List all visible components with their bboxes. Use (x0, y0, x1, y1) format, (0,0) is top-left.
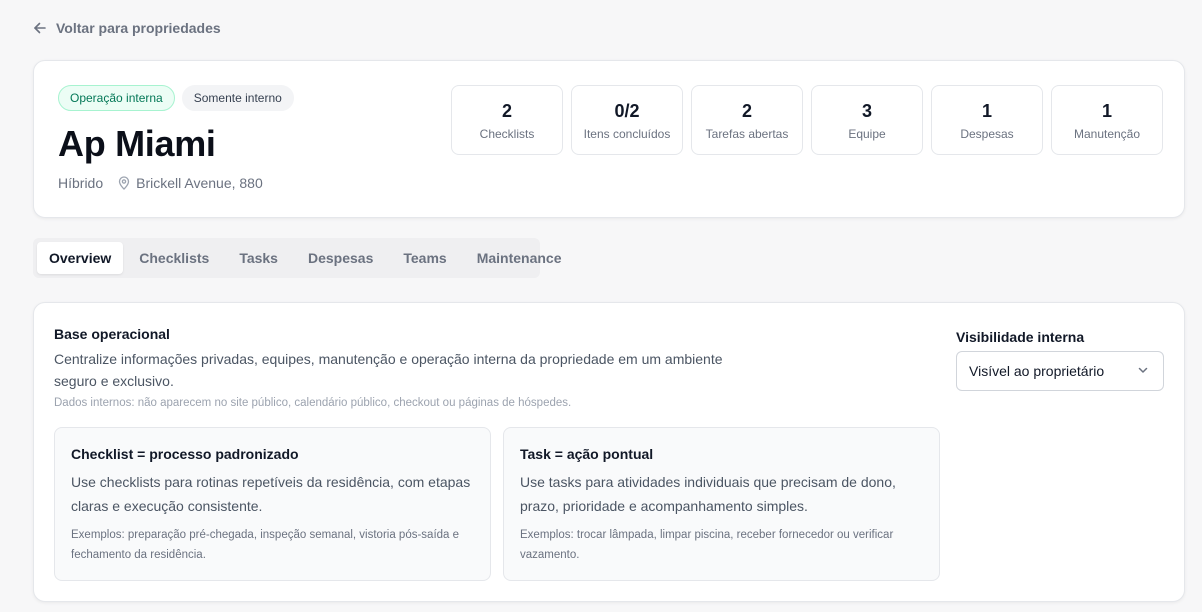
property-address: Brickell Avenue, 880 (136, 175, 263, 191)
tab-tasks[interactable]: Tasks (225, 242, 292, 274)
tab-maintenance[interactable]: Maintenance (463, 242, 576, 274)
stat-label: Itens concluídos (583, 126, 671, 141)
stat-checklists: 2 Checklists (451, 85, 563, 155)
stat-value: 3 (861, 100, 872, 121)
section-title: Base operacional (54, 326, 170, 342)
property-type: Híbrido (58, 175, 104, 191)
stat-label: Manutenção (1073, 126, 1141, 141)
chevron-down-icon (1137, 363, 1149, 379)
info-card-title: Task = ação pontual (520, 446, 654, 462)
internal-data-note: Dados internos: não aparecem no site púb… (54, 397, 572, 409)
property-badges: Operação interna Somente interno (58, 85, 294, 111)
stat-label: Equipe (848, 126, 886, 141)
stat-label: Tarefas abertas (705, 126, 789, 141)
stat-label: Checklists (479, 126, 535, 141)
stat-value: 0/2 (614, 100, 640, 121)
property-location: Brickell Avenue, 880 (117, 175, 263, 191)
stat-value: 2 (501, 100, 512, 121)
info-card-title: Checklist = processo padronizado (71, 446, 299, 462)
stat-value: 2 (741, 100, 752, 121)
section-description: Centralize informações privadas, equipes… (54, 351, 723, 389)
info-cards: Checklist = processo padronizado Use che… (54, 427, 940, 581)
visibility-select[interactable]: Visível ao proprietário (956, 351, 1164, 391)
stat-team: 3 Equipe (811, 85, 923, 155)
stat-expenses: 1 Despesas (931, 85, 1043, 155)
back-to-properties-link[interactable]: Voltar para propriedades (33, 20, 221, 36)
task-info-card: Task = ação pontual Use tasks para ativi… (503, 427, 940, 581)
stat-items-completed: 0/2 Itens concluídos (571, 85, 683, 155)
stats-row: 2 Checklists 0/2 Itens concluídos 2 Tare… (451, 85, 1163, 155)
status-badge-internal-operation: Operação interna (58, 85, 175, 111)
tab-expenses[interactable]: Despesas (294, 242, 387, 274)
page-title: Ap Miami (58, 123, 216, 164)
info-card-example: Exemplos: preparação pré-chegada, inspeç… (71, 529, 460, 561)
info-card-body: Use tasks para atividades individuais qu… (520, 474, 896, 514)
visibility-label: Visibilidade interna (956, 329, 1085, 345)
stat-value: 1 (1101, 100, 1112, 121)
checklist-info-card: Checklist = processo padronizado Use che… (54, 427, 491, 581)
status-badge-internal-only: Somente interno (181, 85, 294, 111)
property-page: Voltar para propriedades Operação intern… (0, 0, 1202, 612)
arrow-left-icon (33, 21, 47, 35)
stat-open-tasks: 2 Tarefas abertas (691, 85, 803, 155)
tab-checklists[interactable]: Checklists (125, 242, 223, 274)
tab-overview[interactable]: Overview (37, 242, 124, 274)
stat-label: Despesas (960, 126, 1014, 141)
property-header-card: Operação interna Somente interno Ap Miam… (33, 60, 1185, 218)
overview-panel: Base operacional Centralize informações … (33, 302, 1185, 602)
stat-maintenance: 1 Manutenção (1051, 85, 1163, 155)
back-link-label: Voltar para propriedades (56, 20, 221, 36)
info-card-body: Use checklists para rotinas repetíveis d… (71, 474, 471, 514)
visibility-selected-value: Visível ao proprietário (969, 363, 1105, 379)
map-pin-icon (117, 176, 131, 190)
stat-value: 1 (981, 100, 992, 121)
tab-bar: Overview Checklists Tasks Despesas Teams… (33, 238, 562, 278)
property-meta: Híbrido Brickell Avenue, 880 (58, 175, 263, 191)
tab-teams[interactable]: Teams (389, 242, 460, 274)
info-card-example: Exemplos: trocar lâmpada, limpar piscina… (520, 529, 894, 561)
